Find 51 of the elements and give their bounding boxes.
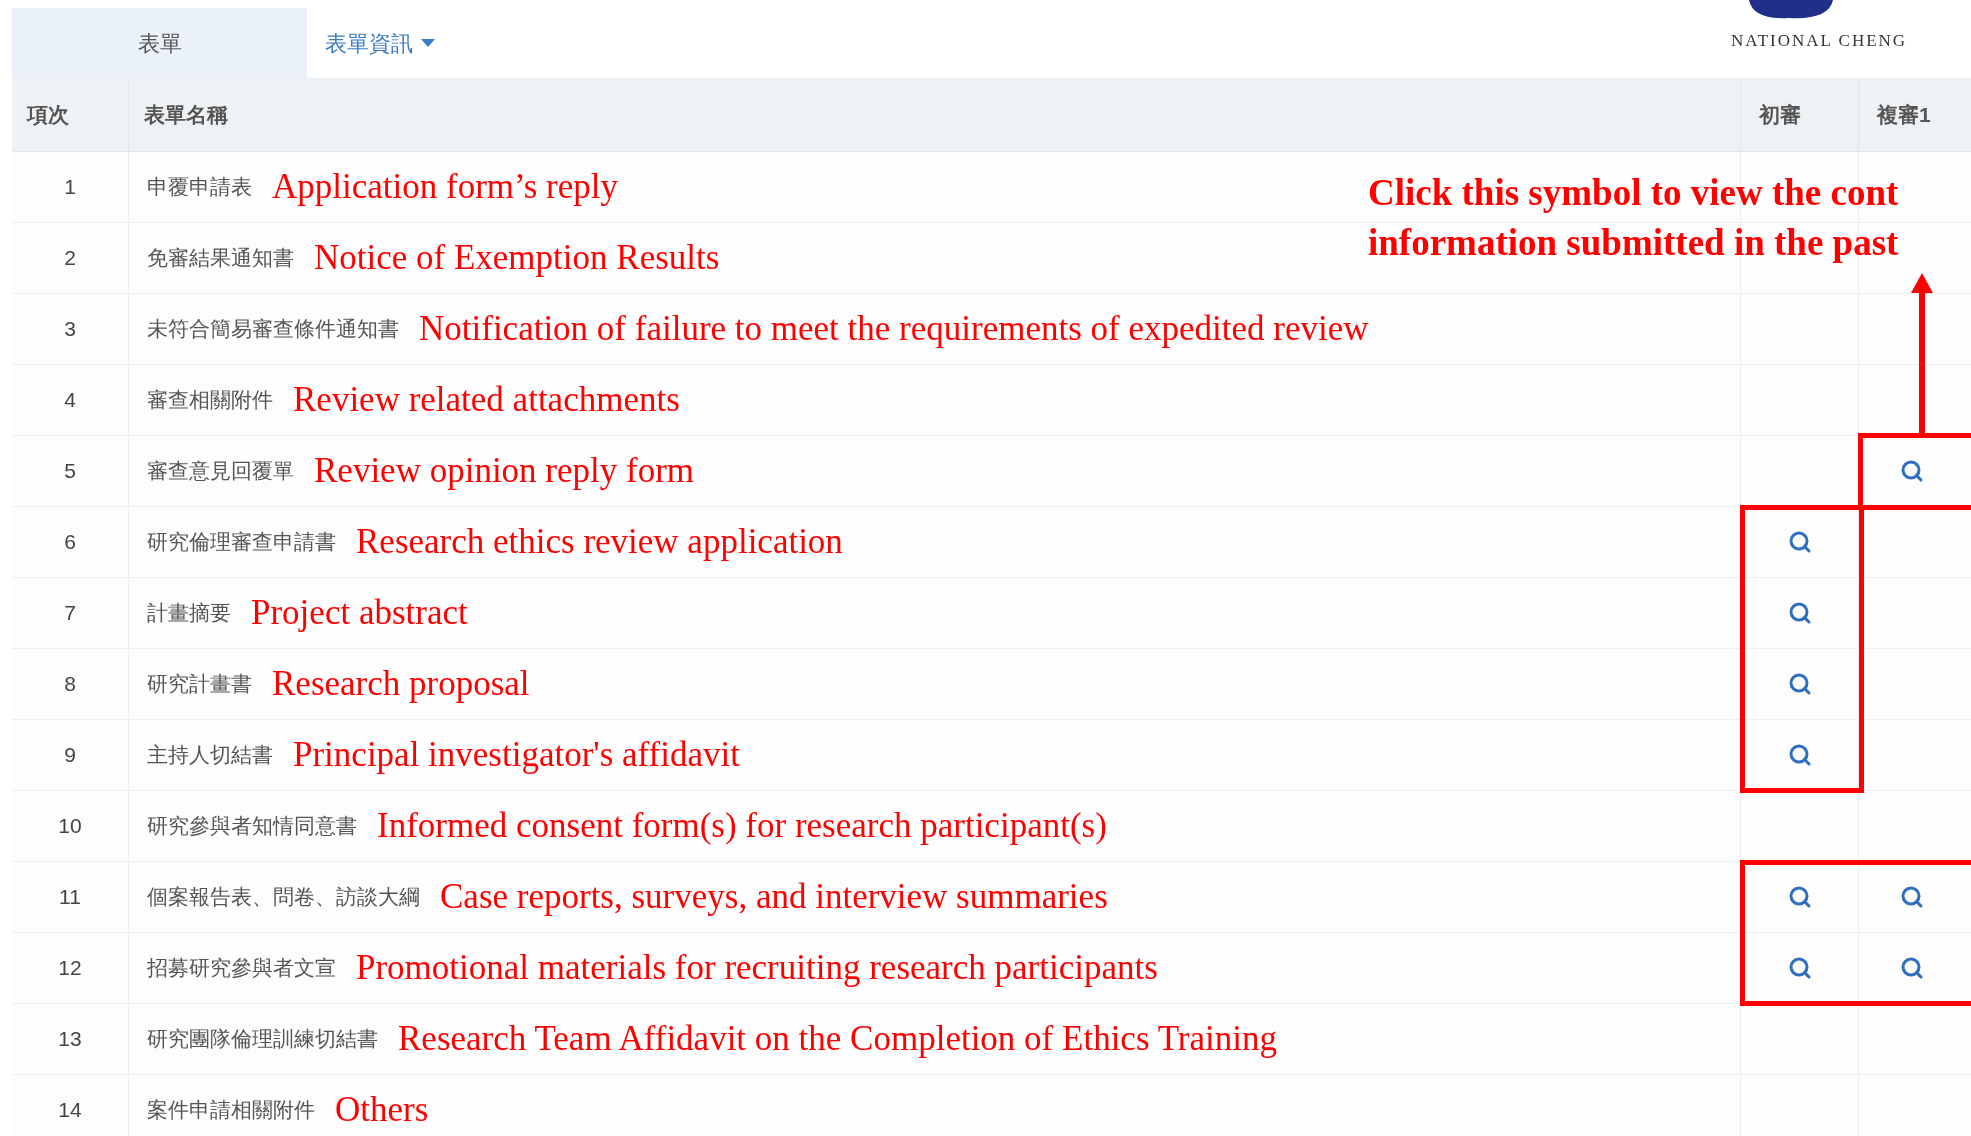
- row-number: 11: [59, 884, 81, 911]
- annotation-text: Case reports, surveys, and interview summaries: [440, 875, 1108, 918]
- callout-text: Click this symbol to view the cont: [1368, 171, 1899, 215]
- tab[interactable]: 表單資訊: [307, 8, 453, 78]
- row-number: 12: [58, 955, 82, 982]
- annotation-text: Promotional materials for recruiting research participants: [356, 946, 1158, 989]
- form-name: 免審結果通知書: [147, 245, 294, 272]
- form-name: 計畫摘要: [147, 600, 231, 627]
- logo-text: NATIONAL CHENG: [1731, 30, 1908, 52]
- column-header: 複審1: [1877, 101, 1931, 128]
- row-number: 4: [64, 387, 76, 414]
- column-header: 表單名稱: [144, 101, 228, 128]
- column-header: 項次: [27, 101, 69, 128]
- row-number: 2: [64, 245, 76, 272]
- tab[interactable]: 表單: [12, 8, 307, 78]
- row-number: 9: [64, 742, 76, 769]
- form-name: 審查意見回覆單: [147, 458, 294, 485]
- callout-text: information submitted in the past: [1368, 221, 1899, 265]
- form-name: 案件申請相關附件: [147, 1097, 315, 1124]
- row-number: 3: [64, 316, 76, 343]
- row-number: 10: [58, 813, 82, 840]
- row-number: 6: [64, 529, 76, 556]
- annotation-text: Others: [335, 1088, 429, 1131]
- row-number: 8: [64, 671, 76, 698]
- form-name: 申覆申請表: [147, 174, 252, 201]
- annotation-text: Review related attachments: [293, 378, 680, 421]
- annotation-text: Research Team Affidavit on the Completion of Ethics Training: [398, 1017, 1277, 1060]
- annotation-text: Review opinion reply form: [314, 449, 695, 492]
- form-name: 研究參與者知情同意書: [147, 813, 357, 840]
- annotation-text: Notification of failure to meet the requirements of expedited review: [419, 307, 1369, 350]
- annotation-text: Principal investigator's affidavit: [293, 733, 740, 776]
- form-name: 研究倫理審查申請書: [147, 529, 336, 556]
- row-number: 1: [64, 174, 76, 201]
- row-number: 5: [64, 458, 76, 485]
- column-header: 初審: [1759, 101, 1801, 128]
- form-name: 個案報告表、問卷、訪談大綱: [147, 884, 420, 911]
- form-name: 未符合簡易審查條件通知書: [147, 316, 399, 343]
- annotation-text: Project abstract: [251, 591, 468, 634]
- annotation-text: Research proposal: [272, 662, 530, 705]
- form-name: 主持人切結書: [147, 742, 273, 769]
- row-number: 7: [64, 600, 76, 627]
- row-number: 13: [58, 1026, 82, 1053]
- form-name: 招募研究參與者文宣: [147, 955, 336, 982]
- form-name: 研究計畫書: [147, 671, 252, 698]
- row-number: 14: [58, 1097, 82, 1124]
- form-name: 研究團隊倫理訓練切結書: [147, 1026, 378, 1053]
- annotation-text: Application form’s reply: [272, 165, 619, 208]
- annotation-text: Research ethics review application: [356, 520, 843, 563]
- form-name: 審查相關附件: [147, 387, 273, 414]
- annotation-text: Notice of Exemption Results: [314, 236, 720, 279]
- annotation-text: Informed consent form(s) for research participant(s): [377, 804, 1107, 847]
